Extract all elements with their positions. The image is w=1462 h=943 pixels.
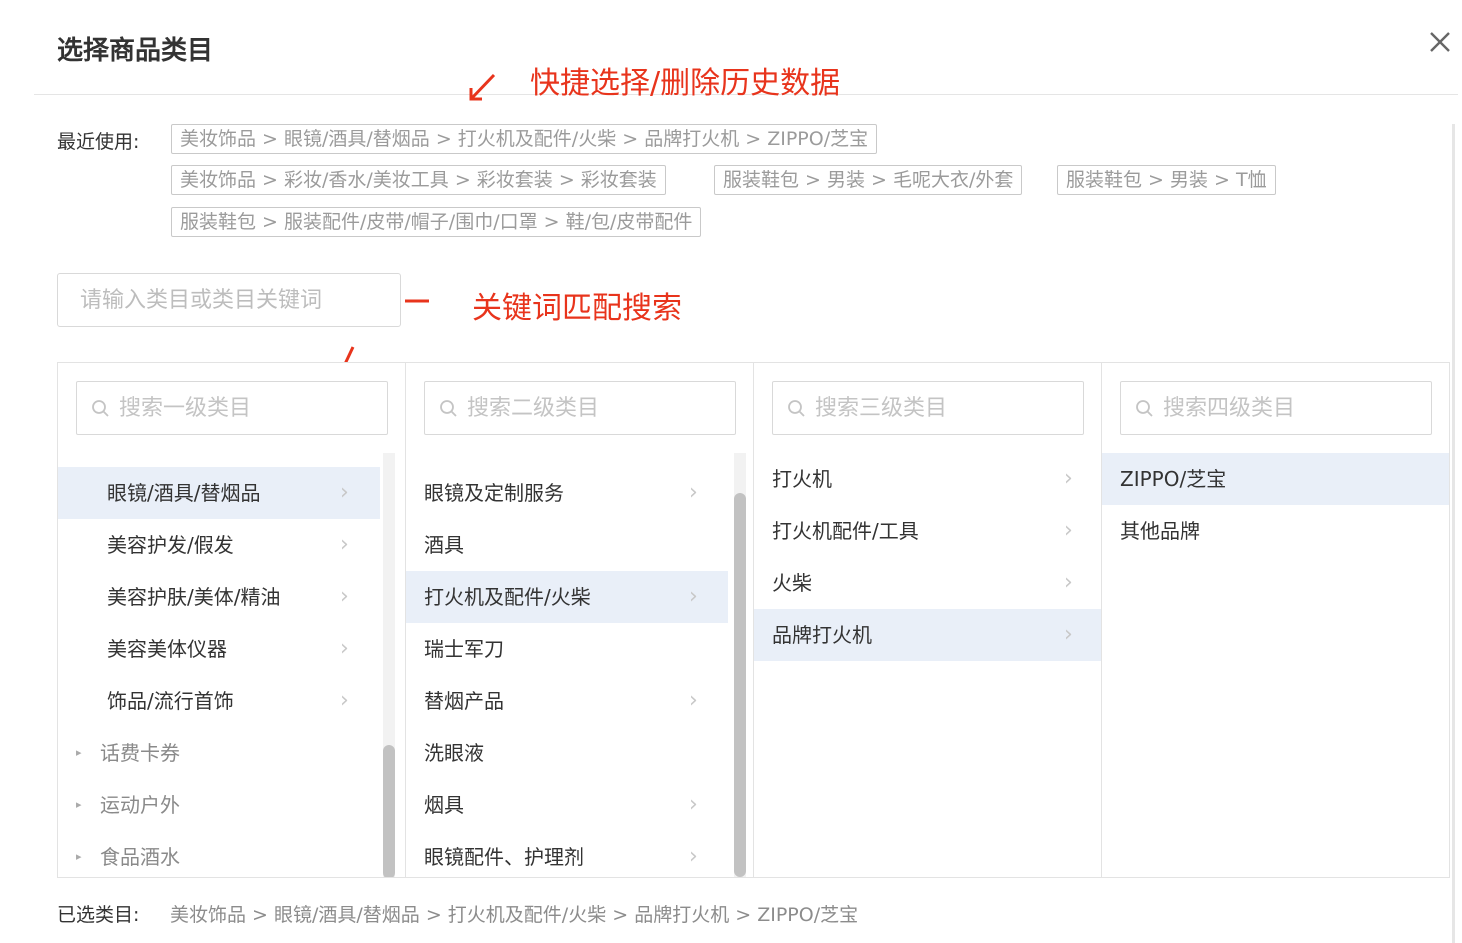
recent-tag[interactable]: 美妆饰品 > 彩妆/香水/美妆工具 > 彩妆套装 > 彩妆套装	[171, 165, 666, 195]
level1-item[interactable]: 眼镜/酒具/替烟品 ›	[58, 467, 380, 519]
level1-scrollbar[interactable]	[383, 453, 395, 877]
level3-column: 打火机 › 打火机配件/工具 › 火柴 › 品牌打火机 ›	[753, 362, 1102, 878]
recent-tag[interactable]: 服装鞋包 > 男装 > 毛呢大衣/外套	[714, 165, 1023, 195]
level1-search[interactable]	[76, 381, 388, 435]
item-label: 美容美体仪器	[107, 637, 227, 661]
level4-search[interactable]	[1120, 381, 1432, 435]
search-icon	[1136, 400, 1153, 417]
level3-item[interactable]: 打火机 ›	[754, 453, 1101, 505]
level4-item[interactable]: 其他品牌	[1102, 505, 1449, 557]
level1-search-input[interactable]	[119, 382, 379, 434]
level2-scrollbar[interactable]	[734, 453, 746, 877]
chevron-right-icon: ›	[340, 532, 349, 557]
item-label: 其他品牌	[1120, 519, 1200, 543]
item-label: 饰品/流行首饰	[107, 689, 234, 713]
level1-item[interactable]: 美容护肤/美体/精油 ›	[58, 571, 380, 623]
chevron-right-icon: ›	[1064, 466, 1073, 491]
annotation-arrow-icon	[405, 299, 429, 303]
item-label: 美容护肤/美体/精油	[107, 585, 281, 609]
level3-search[interactable]	[772, 381, 1084, 435]
item-label: 烟具	[424, 793, 464, 817]
chevron-right-icon: ›	[1064, 570, 1073, 595]
close-icon[interactable]	[1424, 26, 1456, 58]
item-label: 酒具	[424, 533, 464, 557]
level2-item[interactable]: 烟具 ›	[406, 779, 728, 831]
chevron-right-icon: ›	[689, 584, 698, 609]
item-label: 瑞士军刀	[424, 637, 504, 661]
level4-search-input[interactable]	[1163, 382, 1423, 434]
level2-item[interactable]: 眼镜及定制服务 ›	[406, 467, 728, 519]
item-label: 美容护发/假发	[107, 533, 234, 557]
item-label: 眼镜/酒具/替烟品	[107, 481, 261, 505]
chevron-right-icon: ›	[1064, 518, 1073, 543]
annotation-keyword-search: 关键词匹配搜索	[472, 291, 682, 326]
caret-right-icon: ▸	[76, 798, 82, 811]
level1-group[interactable]: ▸ 话费卡券	[58, 727, 380, 779]
item-label: ZIPPO/芝宝	[1120, 467, 1227, 491]
item-label: 品牌打火机	[772, 623, 872, 647]
item-label: 眼镜配件、护理剂	[424, 845, 584, 869]
chevron-right-icon: ›	[689, 688, 698, 713]
chevron-right-icon: ›	[689, 844, 698, 869]
recent-tag[interactable]: 美妆饰品 > 眼镜/酒具/替烟品 > 打火机及配件/火柴 > 品牌打火机 > Z…	[171, 124, 878, 154]
level3-item[interactable]: 火柴 ›	[754, 557, 1101, 609]
level1-group[interactable]: ▸ 食品酒水	[58, 831, 380, 877]
outer-scrollbar[interactable]	[1452, 124, 1455, 943]
level2-search-input[interactable]	[467, 382, 727, 434]
search-icon	[440, 400, 457, 417]
selected-path: 美妆饰品 > 眼镜/酒具/替烟品 > 打火机及配件/火柴 > 品牌打火机 > Z…	[170, 904, 859, 926]
recent-label: 最近使用:	[57, 131, 140, 153]
item-label: 火柴	[772, 571, 812, 595]
item-label: 食品酒水	[100, 845, 180, 869]
annotation-quick-select: 快捷选择/删除历史数据	[530, 66, 841, 101]
annotation-arrow-icon	[469, 73, 496, 101]
caret-right-icon: ▸	[76, 850, 82, 863]
level1-item[interactable]: 美容护发/假发 ›	[58, 519, 380, 571]
level3-item[interactable]: 打火机配件/工具 ›	[754, 505, 1101, 557]
chevron-right-icon: ›	[689, 792, 698, 817]
chevron-right-icon: ›	[340, 480, 349, 505]
level2-item[interactable]: 瑞士军刀	[406, 623, 728, 675]
category-search-input[interactable]	[57, 273, 401, 327]
level1-item[interactable]: 美容美体仪器 ›	[58, 623, 380, 675]
item-label: 打火机配件/工具	[772, 519, 919, 543]
level2-search[interactable]	[424, 381, 736, 435]
chevron-right-icon: ›	[340, 688, 349, 713]
search-icon	[788, 400, 805, 417]
scroll-thumb[interactable]	[734, 493, 746, 877]
level2-item[interactable]: 洗眼液	[406, 727, 728, 779]
chevron-right-icon: ›	[689, 480, 698, 505]
level1-group[interactable]: ▸ 运动户外	[58, 779, 380, 831]
level2-item[interactable]: 眼镜配件、护理剂 ›	[406, 831, 728, 877]
chevron-right-icon: ›	[340, 584, 349, 609]
level3-item[interactable]: 品牌打火机 ›	[754, 609, 1101, 661]
caret-right-icon: ▸	[76, 746, 82, 759]
scroll-thumb[interactable]	[383, 745, 395, 877]
item-label: 替烟产品	[424, 689, 504, 713]
item-label: 话费卡券	[100, 741, 180, 765]
chevron-right-icon: ›	[1064, 622, 1073, 647]
level4-item[interactable]: ZIPPO/芝宝	[1102, 453, 1449, 505]
item-label: 打火机	[772, 467, 832, 491]
recent-tag[interactable]: 服装鞋包 > 男装 > T恤	[1057, 165, 1276, 195]
level1-column: 眼镜/酒具/替烟品 › 美容护发/假发 › 美容护肤/美体/精油 › 美容美体仪…	[57, 362, 406, 878]
level2-item[interactable]: 打火机及配件/火柴 ›	[406, 571, 728, 623]
recent-tag[interactable]: 服装鞋包 > 服装配件/皮带/帽子/围巾/口罩 > 鞋/包/皮带配件	[171, 207, 702, 237]
item-label: 洗眼液	[424, 741, 484, 765]
level4-column: ZIPPO/芝宝 其他品牌	[1101, 362, 1450, 878]
item-label: 打火机及配件/火柴	[424, 585, 591, 609]
dialog-title: 选择商品类目	[57, 36, 214, 66]
selected-label: 已选类目:	[57, 904, 140, 926]
item-label: 眼镜及定制服务	[424, 481, 564, 505]
item-label: 运动户外	[100, 793, 180, 817]
level3-search-input[interactable]	[815, 382, 1075, 434]
level2-item[interactable]: 酒具	[406, 519, 728, 571]
level1-item[interactable]: 饰品/流行首饰 ›	[58, 675, 380, 727]
search-icon	[92, 400, 109, 417]
chevron-right-icon: ›	[340, 636, 349, 661]
level2-item[interactable]: 替烟产品 ›	[406, 675, 728, 727]
level2-column: 眼镜及定制服务 › 酒具 打火机及配件/火柴 › 瑞士军刀 替烟产品 › 洗眼液…	[405, 362, 754, 878]
